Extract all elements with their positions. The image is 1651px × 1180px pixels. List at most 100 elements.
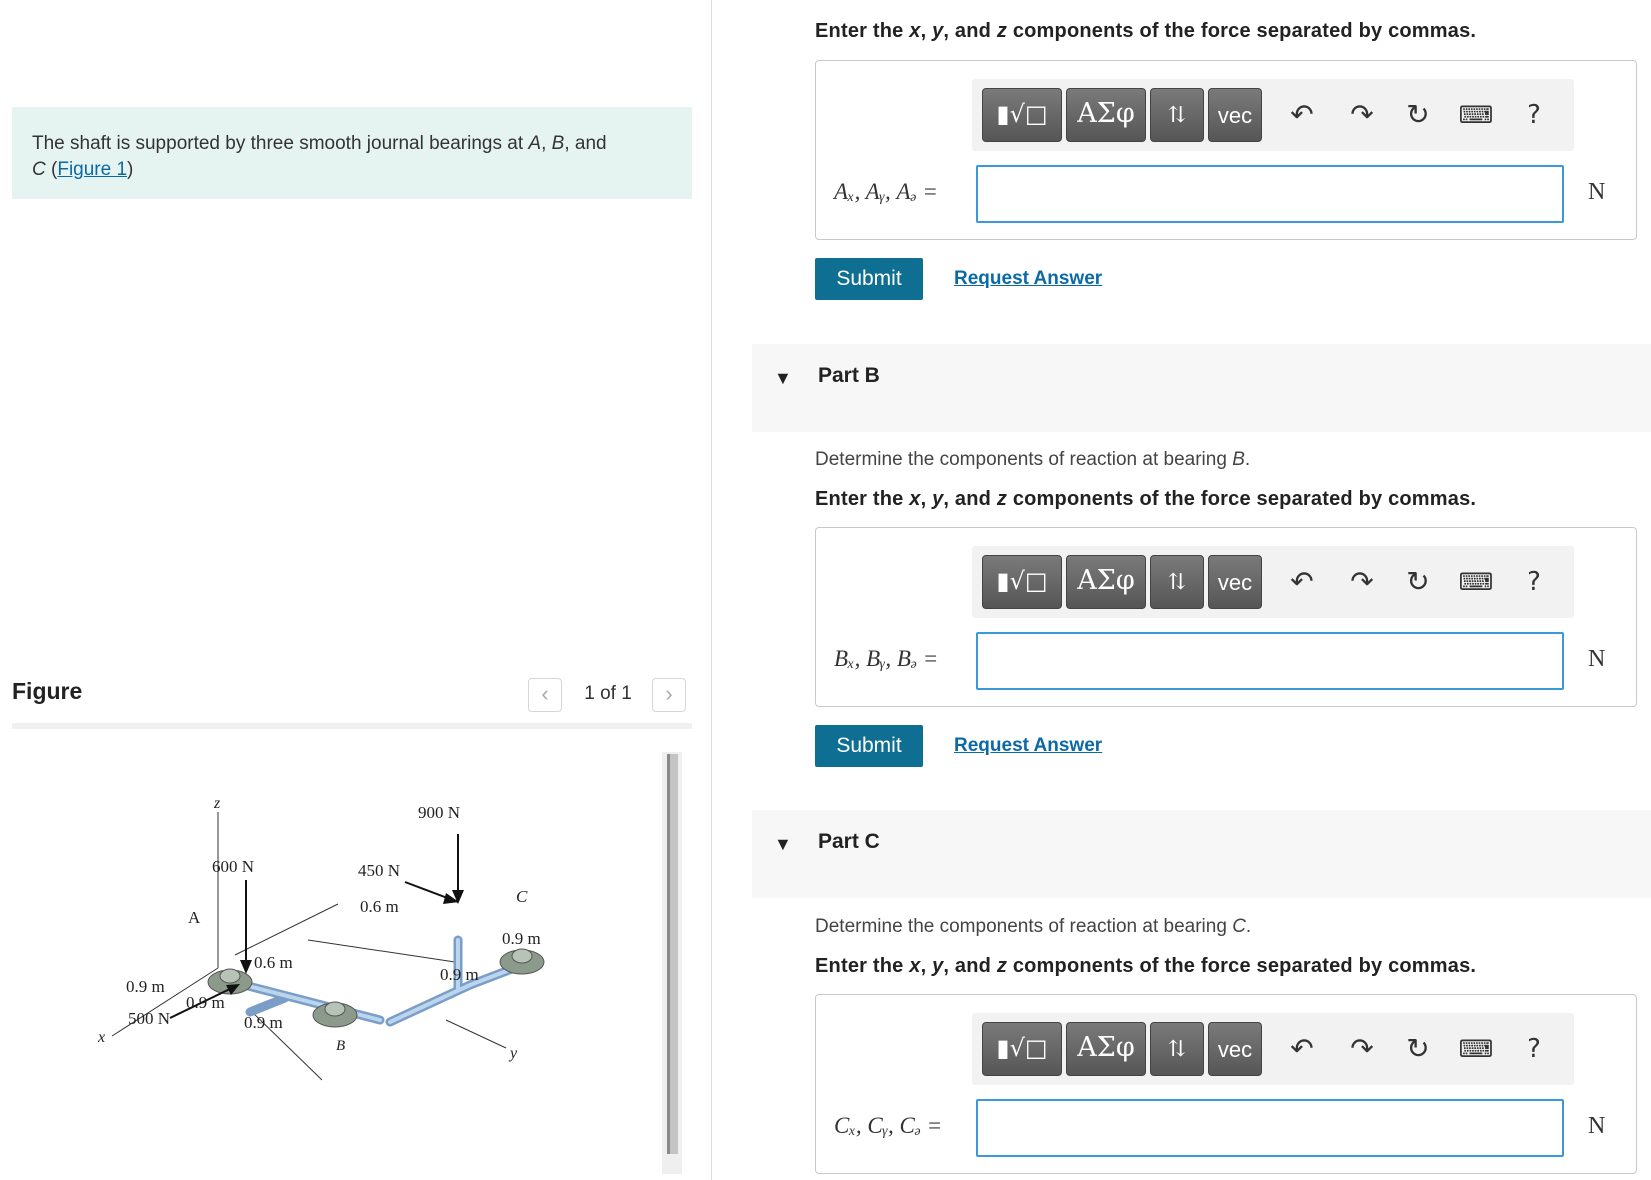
part-c-header[interactable]: ▼ Part C: [752, 810, 1651, 898]
fraction-root-icon: ▮√□: [996, 1034, 1048, 1062]
undo-icon[interactable]: ↶: [1284, 1031, 1320, 1067]
dim-09-b: 0.9 m: [244, 1013, 283, 1032]
greek-symbols-button[interactable]: ΑΣφ: [1066, 88, 1146, 142]
fraction-root-button[interactable]: ▮√□: [982, 555, 1062, 609]
answer-input-a[interactable]: [976, 165, 1564, 223]
chevron-right-icon: ›: [665, 681, 673, 706]
vector-button[interactable]: vec: [1208, 88, 1262, 142]
caret-down-icon: ▼: [774, 834, 792, 854]
sort-button[interactable]: ⇅: [1150, 555, 1204, 609]
answer-label-c: Cₓ, Cᵧ, Cₔ =: [834, 1113, 943, 1138]
redo-icon[interactable]: ↷: [1344, 97, 1380, 133]
part-c-title: Part C: [818, 830, 880, 853]
greek-symbols-button[interactable]: ΑΣφ: [1066, 555, 1146, 609]
vector-button[interactable]: vec: [1208, 1022, 1262, 1076]
bearing-c: [499, 948, 545, 975]
instruction-a: Enter the x, y, and z components of the …: [815, 20, 1477, 42]
prev-figure-button[interactable]: ‹: [528, 678, 562, 712]
reset-icon[interactable]: ↻: [1400, 564, 1436, 600]
figure-pager: ‹ 1 of 1 ›: [528, 678, 690, 712]
request-answer-link-a[interactable]: Request Answer: [954, 268, 1102, 290]
answer-box-b: ▮√□ ΑΣφ ⇅ vec ↶ ↷ ↻ ⌨ ? Bₓ, Bᵧ, Bₔ = N: [815, 527, 1637, 707]
bearing-b-label: B: [551, 133, 565, 154]
figure-link[interactable]: Figure 1: [57, 159, 127, 180]
bearing-a-label: A: [528, 133, 542, 154]
z-axis-label: z: [213, 795, 221, 812]
problem-statement: The shaft is supported by three smooth j…: [12, 107, 692, 199]
fraction-root-button[interactable]: ▮√□: [982, 88, 1062, 142]
redo-icon[interactable]: ↷: [1344, 564, 1380, 600]
reset-icon[interactable]: ↻: [1400, 97, 1436, 133]
sort-arrows-icon: ⇅: [1167, 103, 1187, 128]
math-toolbar-a: ▮√□ ΑΣφ ⇅ vec ↶ ↷ ↻ ⌨ ?: [972, 79, 1574, 151]
force-500-label: 500 N: [128, 1009, 170, 1028]
answer-box-c: ▮√□ ΑΣφ ⇅ vec ↶ ↷ ↻ ⌨ ? Cₓ, Cᵧ, Cₔ = N: [815, 994, 1637, 1174]
fraction-root-icon: ▮√□: [996, 100, 1048, 128]
y-axis-label: y: [508, 1045, 518, 1062]
vector-button[interactable]: vec: [1208, 555, 1262, 609]
point-c-label: C: [516, 887, 528, 906]
pager-text: 1 of 1: [584, 683, 632, 704]
help-icon[interactable]: ?: [1516, 564, 1552, 600]
question-c: Determine the components of reaction at …: [815, 916, 1252, 937]
dim-09-c: 0.9 m: [502, 929, 541, 948]
dim-06-mid: 0.6 m: [254, 953, 293, 972]
point-a-label: A: [188, 908, 201, 927]
redo-icon[interactable]: ↷: [1344, 1031, 1380, 1067]
answer-label-b: Bₓ, Bᵧ, Bₔ =: [834, 646, 939, 671]
fraction-root-button[interactable]: ▮√□: [982, 1022, 1062, 1076]
shaft-figure: z x y A B C 600 N 450 N 900 N 500 N 0.6 …: [97, 795, 545, 1081]
sort-arrows-icon: ⇅: [1167, 1037, 1187, 1062]
scrollbar-thumb[interactable]: [667, 754, 678, 1154]
sort-button[interactable]: ⇅: [1150, 1022, 1204, 1076]
undo-icon[interactable]: ↶: [1284, 97, 1320, 133]
fraction-root-icon: ▮√□: [996, 567, 1048, 595]
unit-label-a: N: [1588, 179, 1606, 205]
force-450-label: 450 N: [358, 861, 400, 880]
help-icon[interactable]: ?: [1516, 97, 1552, 133]
sort-button[interactable]: ⇅: [1150, 88, 1204, 142]
caret-down-icon: ▼: [774, 368, 792, 388]
chevron-left-icon: ‹: [541, 681, 549, 706]
figure-title: Figure: [12, 678, 83, 704]
problem-text: The shaft is supported by three smooth j…: [32, 133, 529, 154]
help-icon[interactable]: ?: [1516, 1031, 1552, 1067]
point-b-label: B: [336, 1038, 345, 1054]
dim-09-x: 0.9 m: [126, 977, 165, 996]
sort-arrows-icon: ⇅: [1167, 570, 1187, 595]
request-answer-link-b[interactable]: Request Answer: [954, 735, 1102, 757]
keyboard-icon[interactable]: ⌨: [1458, 97, 1494, 133]
pane-divider: [711, 0, 712, 1180]
instruction-c: Enter the x, y, and z components of the …: [815, 955, 1477, 977]
right-pane: Enter the x, y, and z components of the …: [752, 0, 1651, 1180]
left-pane: The shaft is supported by three smooth j…: [0, 0, 712, 1180]
answer-input-c[interactable]: [976, 1099, 1564, 1157]
part-b-title: Part B: [818, 364, 880, 387]
x-axis-label: x: [97, 1029, 105, 1046]
unit-label-c: N: [1588, 1113, 1606, 1139]
force-600-label: 600 N: [212, 857, 254, 876]
keyboard-icon[interactable]: ⌨: [1458, 1031, 1494, 1067]
dim-09-a: 0.9 m: [186, 993, 225, 1012]
dim-06-top: 0.6 m: [360, 897, 399, 916]
next-figure-button[interactable]: ›: [652, 678, 686, 712]
greek-symbols-button[interactable]: ΑΣφ: [1066, 1022, 1146, 1076]
part-b-header[interactable]: ▼ Part B: [752, 344, 1651, 432]
y-axis-line: [445, 1019, 507, 1049]
submit-button-b[interactable]: Submit: [815, 725, 923, 767]
instruction-b: Enter the x, y, and z components of the …: [815, 488, 1477, 510]
answer-input-b[interactable]: [976, 632, 1564, 690]
answer-box-a: ▮√□ ΑΣφ ⇅ vec ↶ ↷ ↻ ⌨ ? Aₓ, Aᵧ, Aₔ = N: [815, 60, 1637, 240]
keyboard-icon[interactable]: ⌨: [1458, 564, 1494, 600]
undo-icon[interactable]: ↶: [1284, 564, 1320, 600]
submit-button-a[interactable]: Submit: [815, 258, 923, 300]
math-toolbar-c: ▮√□ ΑΣφ ⇅ vec ↶ ↷ ↻ ⌨ ?: [972, 1013, 1574, 1085]
figure-scrollbar[interactable]: [662, 752, 682, 1174]
dim-09-y: 0.9 m: [440, 965, 479, 984]
force-900-label: 900 N: [418, 803, 460, 822]
reset-icon[interactable]: ↻: [1400, 1031, 1436, 1067]
question-b: Determine the components of reaction at …: [815, 449, 1251, 470]
bearing-c-label: C: [32, 159, 46, 180]
answer-label-a: Aₓ, Aᵧ, Aₔ =: [834, 179, 938, 204]
unit-label-b: N: [1588, 646, 1606, 672]
